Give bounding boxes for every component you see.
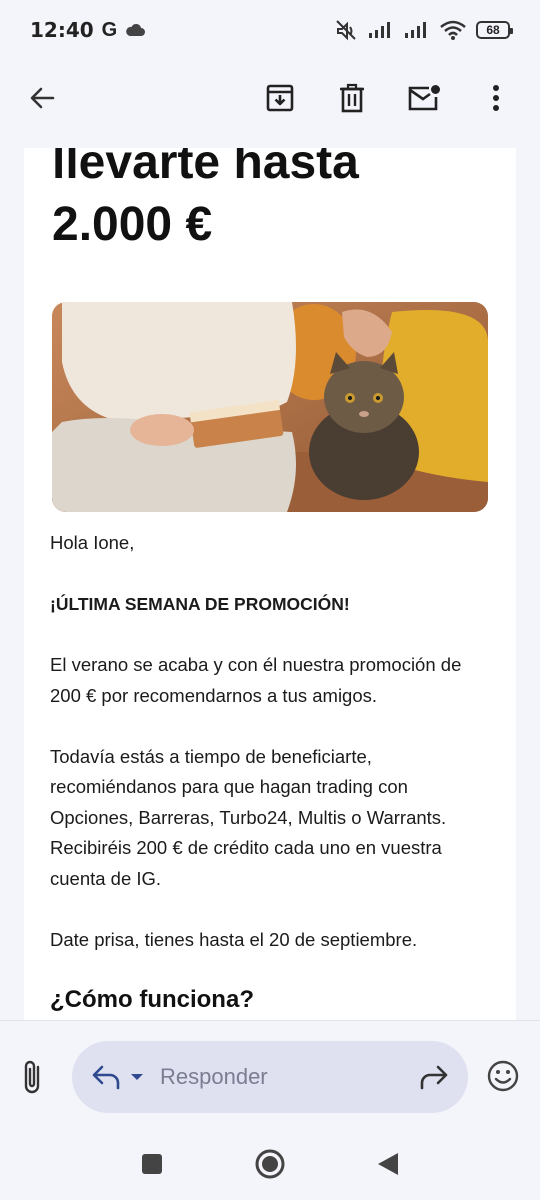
paragraph-2: Todavía estás a tiempo de beneficiarte, … (50, 745, 447, 889)
reply-bar: Responder (0, 1020, 540, 1132)
paragraph-3: Date prisa, tienes hasta el 20 de septie… (50, 928, 418, 950)
delete-button[interactable] (330, 76, 374, 120)
home-icon (255, 1149, 285, 1178)
archive-button[interactable] (258, 76, 302, 120)
email-text: Hola Ione, ¡ÚLTIMA SEMANA DE PROMOCIÓN! … (50, 528, 490, 986)
archive-icon (266, 84, 294, 112)
hero-image (52, 302, 488, 512)
mark-unread-icon (408, 85, 440, 111)
email-headline: llevarte hasta 2.000 € (52, 148, 492, 256)
reply-placeholder: Responder (160, 1064, 268, 1089)
message-toolbar (0, 62, 540, 134)
forward-icon[interactable] (418, 1063, 450, 1091)
emoji-button[interactable] (486, 1059, 520, 1098)
emoji-icon (487, 1060, 519, 1092)
carrier-g-icon: G (101, 18, 118, 41)
section-heading: ¿Cómo funciona? (50, 986, 254, 1013)
attach-button[interactable] (18, 1059, 50, 1100)
signal-icon (369, 22, 390, 38)
status-bar: 12:40 G 68 (0, 0, 540, 60)
home-button[interactable] (254, 1148, 286, 1185)
mute-icon (336, 20, 356, 41)
headline-line-2: 2.000 € (52, 198, 213, 251)
more-options-button[interactable] (474, 76, 518, 120)
battery-icon: 68 (476, 21, 513, 39)
trash-icon (340, 83, 364, 113)
status-time: 12:40 (30, 18, 94, 42)
back-nav-button[interactable] (376, 1151, 400, 1182)
reply-input[interactable]: Responder (72, 1041, 468, 1113)
greeting: Hola Ione, (50, 532, 135, 553)
more-vert-icon (493, 85, 499, 111)
promo-title: ¡ÚLTIMA SEMANA DE PROMOCIÓN! (50, 594, 350, 614)
back-triangle-icon (378, 1152, 398, 1175)
paperclip-icon (24, 1060, 40, 1094)
paragraph-1: El verano se acaba y con él nuestra prom… (50, 654, 462, 706)
back-button[interactable] (20, 76, 64, 120)
mark-unread-button[interactable] (402, 76, 446, 120)
cloud-icon (126, 23, 146, 36)
signal-icon-2 (405, 22, 426, 38)
recents-button[interactable] (140, 1152, 164, 1181)
system-nav-bar (0, 1132, 540, 1200)
wifi-icon (440, 20, 466, 40)
recents-icon (142, 1153, 162, 1174)
reply-icon[interactable] (90, 1063, 122, 1091)
back-arrow-icon (30, 87, 55, 109)
chevron-down-icon[interactable] (130, 1072, 144, 1082)
headline-line-1: llevarte hasta (52, 148, 359, 189)
email-body[interactable]: llevarte hasta 2.000 € Hola Ione, ¡ÚLTIM… (24, 148, 516, 1020)
